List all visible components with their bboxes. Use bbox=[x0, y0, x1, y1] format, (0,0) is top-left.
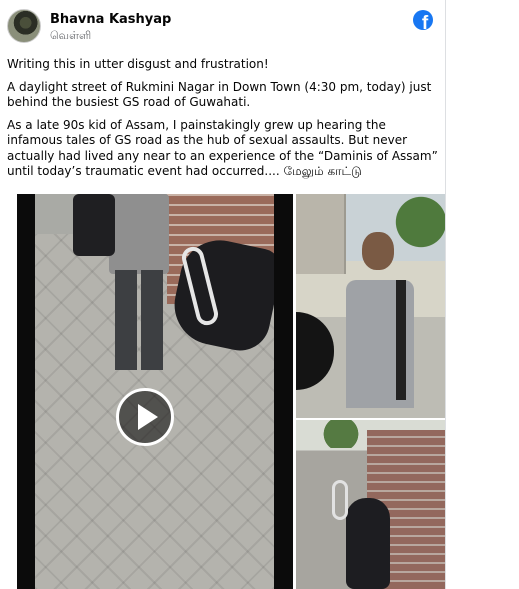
post-paragraph-1: Writing this in utter disgust and frustr… bbox=[7, 57, 269, 71]
person-figure bbox=[109, 194, 169, 384]
post-paragraph-3: As a late 90s kid of Assam, I painstakin… bbox=[7, 118, 439, 180]
video-thumbnail[interactable] bbox=[17, 194, 293, 589]
post-paragraph-3-text: As a late 90s kid of Assam, I painstakin… bbox=[7, 117, 438, 179]
post-paragraph-2: A daylight street of Rukmini Nagar in Do… bbox=[7, 79, 432, 110]
facebook-icon: f bbox=[413, 10, 433, 30]
post-timestamp[interactable]: வெள்ளி bbox=[50, 29, 91, 44]
play-icon[interactable] bbox=[116, 388, 174, 446]
post-header: Bhavna Kashyap வெள்ளி f bbox=[7, 9, 437, 47]
photo-thumbnail-1[interactable] bbox=[296, 194, 445, 418]
media-gallery bbox=[17, 194, 445, 589]
facebook-post: Bhavna Kashyap வெள்ளி f Writing this in … bbox=[0, 0, 446, 589]
photo-thumbnail-2[interactable] bbox=[296, 420, 445, 589]
see-more-link[interactable]: மேலும் காட்டு bbox=[284, 164, 362, 178]
avatar[interactable] bbox=[7, 9, 41, 43]
post-text: Writing this in utter disgust and frustr… bbox=[7, 57, 439, 187]
author-name[interactable]: Bhavna Kashyap bbox=[50, 12, 171, 27]
backpack-figure bbox=[73, 194, 115, 256]
